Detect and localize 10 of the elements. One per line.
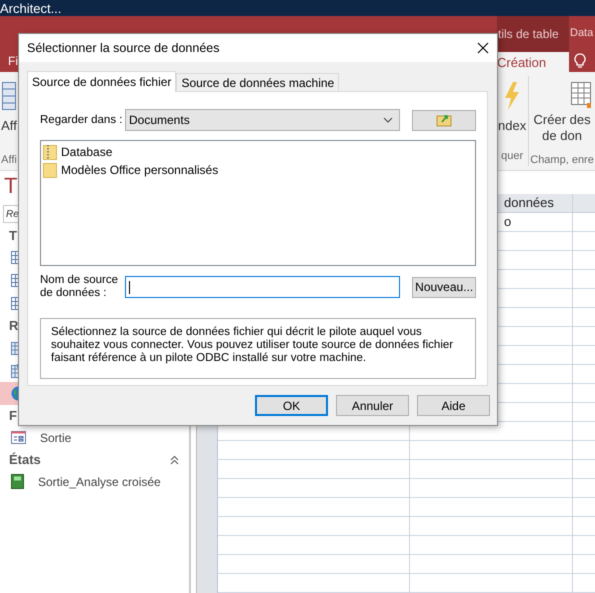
ribbon-group-label: Affi <box>1 154 17 168</box>
dialog-title: Sélectionner la source de données <box>27 41 220 55</box>
ribbon-group-label: Champ, enre <box>530 154 594 168</box>
app-title: Architect... <box>0 1 62 16</box>
description-text: Sélectionnez la source de données fichier qui décrit le pilote auquel vous souhaitez vous connecter. Vous pouvez utiliser toute source de données fichier faisant référence à un pilote ODBC installé sur votre machine. <box>40 318 476 379</box>
nav-pane-title: T <box>3 172 18 200</box>
ribbon-group-label: quer <box>501 150 524 164</box>
look-in-label: Regarder dans : <box>40 114 124 126</box>
data-source-name-label: Nom de source de données : <box>40 274 119 300</box>
contextual-tab-title: tils de table <box>497 16 569 52</box>
